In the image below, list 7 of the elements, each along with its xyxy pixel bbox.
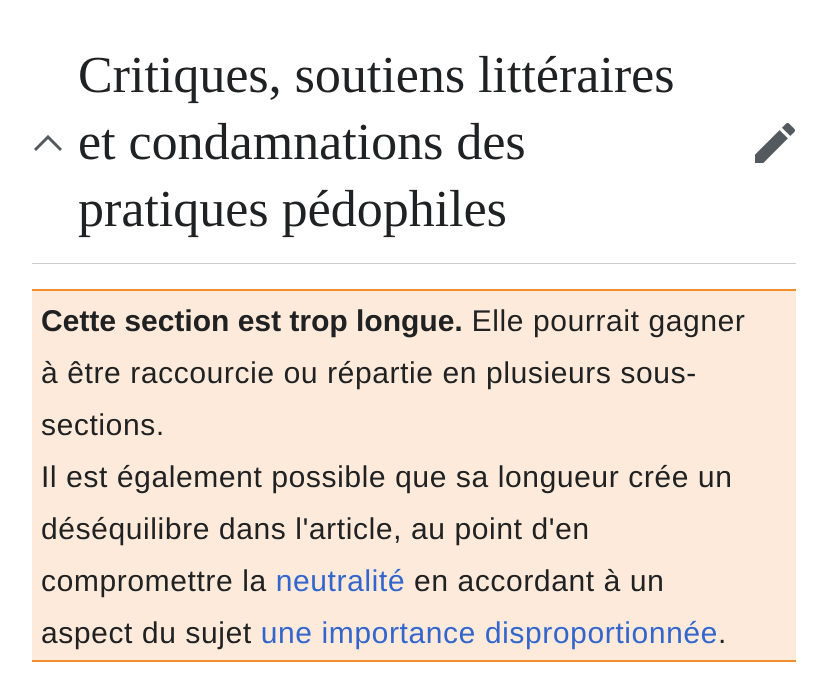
- pencil-icon[interactable]: [755, 122, 795, 162]
- notice-text: Il est également possible que sa longueur crée un déséquilibre dans l'article, au point d'en compromettre la neutralité en accordant à un aspect du sujet une importance disproportionnée.: [41, 460, 734, 652]
- notice-text: Cette section est trop longue. Elle pourrait gagner à être raccourcie ou répartie en plusieurs sous-sections.: [41, 304, 746, 444]
- section-heading: Critiques, soutiens littéraires et condamnations des pratiques pédophiles: [78, 46, 676, 240]
- notice-link[interactable]: neutralité: [276, 565, 406, 598]
- notice-link[interactable]: une importance disproportionnée: [260, 617, 718, 650]
- chevron-up-icon[interactable]: [33, 134, 63, 152]
